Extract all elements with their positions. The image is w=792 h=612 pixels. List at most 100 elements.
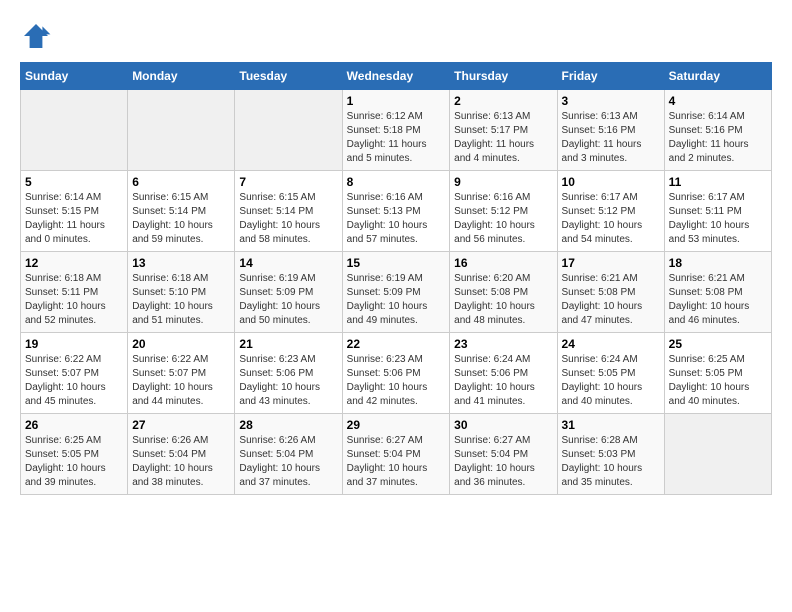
- logo-icon: [20, 20, 52, 52]
- calendar-cell: 10 Sunrise: 6:17 AMSunset: 5:12 PMDayligh…: [557, 171, 664, 252]
- calendar-cell: [235, 90, 342, 171]
- day-number: 26: [25, 418, 123, 432]
- day-number: 1: [347, 94, 446, 108]
- day-info: Sunrise: 6:23 AMSunset: 5:06 PMDaylight:…: [239, 353, 337, 409]
- calendar-cell: [21, 90, 128, 171]
- day-number: 5: [25, 175, 123, 189]
- day-info: Sunrise: 6:24 AMSunset: 5:05 PMDaylight:…: [562, 353, 660, 409]
- logo: [20, 20, 56, 52]
- day-info: Sunrise: 6:15 AMSunset: 5:14 PMDaylight:…: [239, 191, 337, 247]
- day-info: Sunrise: 6:22 AMSunset: 5:07 PMDaylight:…: [132, 353, 230, 409]
- calendar-cell: 21 Sunrise: 6:23 AMSunset: 5:06 PMDayligh…: [235, 333, 342, 414]
- day-number: 24: [562, 337, 660, 351]
- day-number: 7: [239, 175, 337, 189]
- day-number: 29: [347, 418, 446, 432]
- day-number: 21: [239, 337, 337, 351]
- day-info: Sunrise: 6:18 AMSunset: 5:10 PMDaylight:…: [132, 272, 230, 328]
- calendar-cell: 2Sunrise: 6:13 AMSunset: 5:17 PMDaylight…: [450, 90, 557, 171]
- day-number: 27: [132, 418, 230, 432]
- page-header: [20, 20, 772, 52]
- day-number: 12: [25, 256, 123, 270]
- day-number: 9: [454, 175, 552, 189]
- calendar-cell: 5 Sunrise: 6:14 AMSunset: 5:15 PMDaylight…: [21, 171, 128, 252]
- day-info: Sunrise: 6:25 AMSunset: 5:05 PMDaylight:…: [669, 353, 767, 409]
- calendar-cell: 11Sunrise: 6:17 AMSunset: 5:11 PMDayligh…: [664, 171, 771, 252]
- calendar-cell: 19Sunrise: 6:22 AMSunset: 5:07 PMDayligh…: [21, 333, 128, 414]
- calendar-week-row: 12 Sunrise: 6:18 AMSunset: 5:11 PMDayligh…: [21, 252, 772, 333]
- header-saturday: Saturday: [664, 63, 771, 90]
- header-sunday: Sunday: [21, 63, 128, 90]
- day-number: 15: [347, 256, 446, 270]
- day-number: 28: [239, 418, 337, 432]
- day-info: Sunrise: 6:17 AMSunset: 5:11 PMDaylight:…: [669, 191, 767, 247]
- day-info: Sunrise: 6:14 AMSunset: 5:16 PMDaylight:…: [669, 110, 767, 166]
- calendar-cell: 17Sunrise: 6:21 AMSunset: 5:08 PMDayligh…: [557, 252, 664, 333]
- header-thursday: Thursday: [450, 63, 557, 90]
- calendar-cell: 12 Sunrise: 6:18 AMSunset: 5:11 PMDayligh…: [21, 252, 128, 333]
- day-info: Sunrise: 6:23 AMSunset: 5:06 PMDaylight:…: [347, 353, 446, 409]
- day-number: 8: [347, 175, 446, 189]
- header-tuesday: Tuesday: [235, 63, 342, 90]
- calendar-cell: 30Sunrise: 6:27 AMSunset: 5:04 PMDayligh…: [450, 414, 557, 495]
- calendar-cell: 25 Sunrise: 6:25 AMSunset: 5:05 PMDayligh…: [664, 333, 771, 414]
- day-info: Sunrise: 6:13 AMSunset: 5:17 PMDaylight:…: [454, 110, 552, 166]
- day-info: Sunrise: 6:14 AMSunset: 5:15 PMDaylight:…: [25, 191, 123, 247]
- day-number: 30: [454, 418, 552, 432]
- header-wednesday: Wednesday: [342, 63, 450, 90]
- calendar-cell: 13 Sunrise: 6:18 AMSunset: 5:10 PMDayligh…: [128, 252, 235, 333]
- calendar-header-row: SundayMondayTuesdayWednesdayThursdayFrid…: [21, 63, 772, 90]
- day-info: Sunrise: 6:16 AMSunset: 5:12 PMDaylight:…: [454, 191, 552, 247]
- calendar-cell: 23 Sunrise: 6:24 AMSunset: 5:06 PMDayligh…: [450, 333, 557, 414]
- calendar-cell: 4 Sunrise: 6:14 AMSunset: 5:16 PMDaylight…: [664, 90, 771, 171]
- day-number: 10: [562, 175, 660, 189]
- calendar-cell: 8 Sunrise: 6:16 AMSunset: 5:13 PMDaylight…: [342, 171, 450, 252]
- day-info: Sunrise: 6:28 AMSunset: 5:03 PMDaylight:…: [562, 434, 660, 490]
- day-number: 20: [132, 337, 230, 351]
- calendar-cell: 1 Sunrise: 6:12 AMSunset: 5:18 PMDaylight…: [342, 90, 450, 171]
- day-info: Sunrise: 6:27 AMSunset: 5:04 PMDaylight:…: [347, 434, 446, 490]
- day-info: Sunrise: 6:26 AMSunset: 5:04 PMDaylight:…: [132, 434, 230, 490]
- calendar-week-row: 26Sunrise: 6:25 AMSunset: 5:05 PMDayligh…: [21, 414, 772, 495]
- day-info: Sunrise: 6:16 AMSunset: 5:13 PMDaylight:…: [347, 191, 446, 247]
- calendar-cell: 31Sunrise: 6:28 AMSunset: 5:03 PMDayligh…: [557, 414, 664, 495]
- day-number: 23: [454, 337, 552, 351]
- calendar-cell: 18Sunrise: 6:21 AMSunset: 5:08 PMDayligh…: [664, 252, 771, 333]
- day-info: Sunrise: 6:24 AMSunset: 5:06 PMDaylight:…: [454, 353, 552, 409]
- day-info: Sunrise: 6:17 AMSunset: 5:12 PMDaylight:…: [562, 191, 660, 247]
- day-info: Sunrise: 6:15 AMSunset: 5:14 PMDaylight:…: [132, 191, 230, 247]
- header-monday: Monday: [128, 63, 235, 90]
- day-info: Sunrise: 6:21 AMSunset: 5:08 PMDaylight:…: [669, 272, 767, 328]
- calendar-week-row: 19Sunrise: 6:22 AMSunset: 5:07 PMDayligh…: [21, 333, 772, 414]
- calendar-cell: 16 Sunrise: 6:20 AMSunset: 5:08 PMDayligh…: [450, 252, 557, 333]
- calendar-cell: 6 Sunrise: 6:15 AMSunset: 5:14 PMDaylight…: [128, 171, 235, 252]
- day-info: Sunrise: 6:19 AMSunset: 5:09 PMDaylight:…: [239, 272, 337, 328]
- day-number: 22: [347, 337, 446, 351]
- calendar-cell: 14 Sunrise: 6:19 AMSunset: 5:09 PMDayligh…: [235, 252, 342, 333]
- calendar-cell: 28 Sunrise: 6:26 AMSunset: 5:04 PMDayligh…: [235, 414, 342, 495]
- day-info: Sunrise: 6:12 AMSunset: 5:18 PMDaylight:…: [347, 110, 446, 166]
- day-number: 17: [562, 256, 660, 270]
- calendar-table: SundayMondayTuesdayWednesdayThursdayFrid…: [20, 62, 772, 495]
- day-number: 4: [669, 94, 767, 108]
- calendar-cell: 20 Sunrise: 6:22 AMSunset: 5:07 PMDayligh…: [128, 333, 235, 414]
- day-info: Sunrise: 6:19 AMSunset: 5:09 PMDaylight:…: [347, 272, 446, 328]
- day-number: 6: [132, 175, 230, 189]
- day-info: Sunrise: 6:26 AMSunset: 5:04 PMDaylight:…: [239, 434, 337, 490]
- calendar-cell: 29 Sunrise: 6:27 AMSunset: 5:04 PMDayligh…: [342, 414, 450, 495]
- day-info: Sunrise: 6:20 AMSunset: 5:08 PMDaylight:…: [454, 272, 552, 328]
- day-info: Sunrise: 6:18 AMSunset: 5:11 PMDaylight:…: [25, 272, 123, 328]
- day-number: 16: [454, 256, 552, 270]
- calendar-cell: 7 Sunrise: 6:15 AMSunset: 5:14 PMDaylight…: [235, 171, 342, 252]
- calendar-cell: 27 Sunrise: 6:26 AMSunset: 5:04 PMDayligh…: [128, 414, 235, 495]
- calendar-cell: 15 Sunrise: 6:19 AMSunset: 5:09 PMDayligh…: [342, 252, 450, 333]
- day-number: 13: [132, 256, 230, 270]
- calendar-cell: 22 Sunrise: 6:23 AMSunset: 5:06 PMDayligh…: [342, 333, 450, 414]
- day-info: Sunrise: 6:13 AMSunset: 5:16 PMDaylight:…: [562, 110, 660, 166]
- calendar-cell: [664, 414, 771, 495]
- header-friday: Friday: [557, 63, 664, 90]
- day-number: 25: [669, 337, 767, 351]
- calendar-cell: 3 Sunrise: 6:13 AMSunset: 5:16 PMDaylight…: [557, 90, 664, 171]
- day-number: 3: [562, 94, 660, 108]
- calendar-week-row: 1 Sunrise: 6:12 AMSunset: 5:18 PMDaylight…: [21, 90, 772, 171]
- day-number: 14: [239, 256, 337, 270]
